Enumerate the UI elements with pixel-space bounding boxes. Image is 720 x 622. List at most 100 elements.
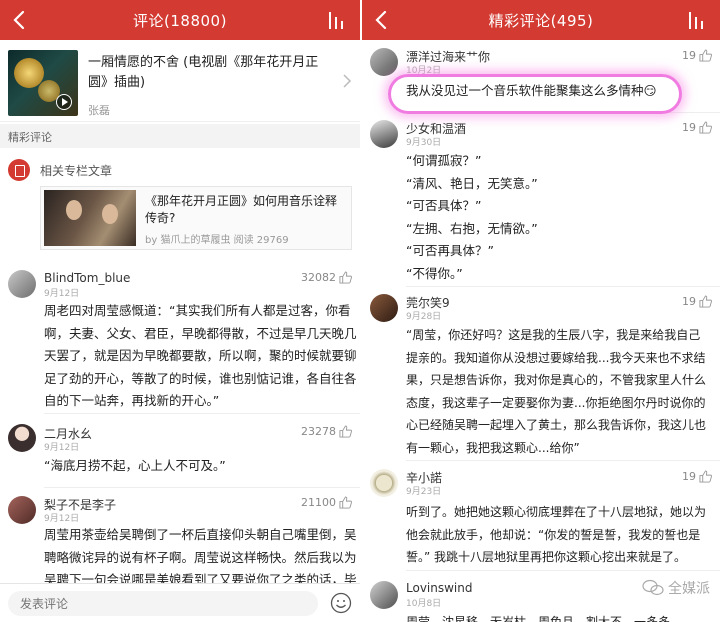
comment-line: 天罢了，就是因为早晚都要散，所以啊，聚的时候就要铆 xyxy=(44,348,357,363)
like-count[interactable]: 21100 xyxy=(301,496,352,509)
comment-line: 心已经随吴聘一起埋入了黄土，那么我告诉你，我这儿也 xyxy=(406,418,707,432)
thumbs-up-icon[interactable] xyxy=(339,496,352,509)
chevron-right-icon[interactable] xyxy=(342,74,352,88)
comment-line: 周莹、沈星移，无岁枯，周免且，割大不，一多多 xyxy=(406,615,671,622)
article-thumbnail xyxy=(44,190,136,246)
like-count-value: 19 xyxy=(682,295,696,308)
thumbs-up-icon[interactable] xyxy=(699,470,712,483)
divider xyxy=(406,570,720,571)
watermark: 全媒派 xyxy=(642,578,710,598)
comment-text: 周莹用茶壶给吴聘倒了一杯后直接仰头朝自己嘴里倒，吴 聘略微诧异的说有杯子啊。周莹… xyxy=(44,524,357,592)
comment-bar xyxy=(0,583,360,622)
top-nav-bar: 评论(18800) xyxy=(0,0,360,40)
comment-input[interactable] xyxy=(8,591,318,616)
comment-line: 周莹用茶壶给吴聘倒了一杯后直接仰头朝自己嘴里倒，吴 xyxy=(44,527,357,542)
comment-item: 梨子不是李子 9月12日 21100 周莹用茶壶给吴聘倒了一杯后直接仰头朝自己嘴… xyxy=(0,490,360,587)
related-articles-label: 相关专栏文章 xyxy=(40,163,113,178)
like-count[interactable]: 19 xyxy=(682,49,712,62)
play-icon[interactable] xyxy=(56,94,72,110)
comment-text: “何谓孤寂？” “清风、艳日，无笑意。” “可否具体？” “左拥、右抱，无情欲。… xyxy=(406,150,538,285)
comment-username[interactable]: Lovinswind xyxy=(406,581,472,595)
comment-date: 9月12日 xyxy=(44,289,80,299)
comment-line: 周老四对周莹感慨道：“其实我们所有人都是过客，你看 xyxy=(44,303,351,318)
emoji-icon[interactable] xyxy=(330,592,352,614)
comment-text: 周老四对周莹感慨道：“其实我们所有人都是过客，你看 啊，夫妻、父女、君臣，早晚都… xyxy=(44,300,357,413)
divider xyxy=(406,286,720,287)
article-title: 《那年花开月正圆》如何用音乐诠释传奇? xyxy=(145,194,338,225)
thumbs-up-icon[interactable] xyxy=(339,271,352,284)
bar-chart-icon[interactable] xyxy=(686,9,708,31)
back-arrow-icon[interactable] xyxy=(8,8,32,32)
avatar[interactable] xyxy=(370,294,398,322)
comment-line: 提亲的。我知道你从没想过要嫁给我...我今天来也不求结 xyxy=(406,350,706,365)
comment-line: “左拥、右抱，无情欲。” xyxy=(406,220,538,236)
back-arrow-icon[interactable] xyxy=(370,8,394,32)
divider xyxy=(406,460,720,461)
like-count[interactable]: 23278 xyxy=(301,425,352,438)
comment-line: 听到了。她把她这颗心彻底埋葬在了十八层地狱，她以为 xyxy=(406,505,707,519)
comment-text: 听到了。她把她这颗心彻底埋葬在了十八层地狱，她以为 他会就此放手，他却说：“你发… xyxy=(406,501,706,569)
like-count-value: 19 xyxy=(682,470,696,483)
album-cover xyxy=(8,50,78,116)
like-count-value: 21100 xyxy=(301,496,336,509)
like-count[interactable]: 19 xyxy=(682,121,712,134)
comment-item: BlindTom_blue 9月12日 32082 周老四对周莹感慨道：“其实我… xyxy=(0,262,360,414)
comment-date: 9月23日 xyxy=(406,487,442,497)
comment-line: “不得你。” xyxy=(406,265,463,281)
comment-line: 他会就此放手，他却说：“你发的誓是誓，我发的誓也是 xyxy=(406,527,701,542)
article-meta: by 猫爪上的草履虫 阅读 29769 xyxy=(145,235,289,246)
comment-line: 态度，我这辈子一定要娶你为妻...你拒绝图尔丹时说你的 xyxy=(406,395,706,410)
related-articles-header: 相关专栏文章 xyxy=(8,157,112,183)
avatar[interactable] xyxy=(8,496,36,524)
comment-date: 9月12日 xyxy=(44,443,80,453)
comment-line: 聘略微诧异的说有杯子啊。周莹说这样畅快。然后我以为 xyxy=(44,549,357,565)
like-count[interactable]: 19 xyxy=(682,295,712,308)
thumbs-up-icon[interactable] xyxy=(699,295,712,308)
comment-line: 啊，夫妻、父女、君臣，早晚都得散，不过是早几天晚几 xyxy=(44,325,357,341)
comments-panel-left: 评论(18800) 一厢情愿的不舍 (电视剧《那年花开月正圆》插曲) 张磊 精彩… xyxy=(0,0,360,622)
avatar[interactable] xyxy=(8,270,36,298)
avatar[interactable] xyxy=(370,469,398,497)
related-article-card[interactable]: 《那年花开月正圆》如何用音乐诠释传奇? by 猫爪上的草履虫 阅读 29769 xyxy=(40,186,352,250)
comment-line: 自的下一站奔，再找新的开心。” xyxy=(44,393,220,408)
like-count-value: 32082 xyxy=(301,271,336,284)
page-title: 精彩评论(495) xyxy=(488,11,594,30)
like-count[interactable]: 32082 xyxy=(301,271,352,284)
avatar[interactable] xyxy=(370,120,398,148)
comment-text: “周莹，你还好吗？这是我的生辰八字，我是来给我自己 提亲的。我知道你从没想过要嫁… xyxy=(406,324,706,459)
comment-date: 9月30日 xyxy=(406,138,442,148)
bar-chart-icon[interactable] xyxy=(326,9,348,31)
comment-date: 10月8日 xyxy=(406,599,442,609)
thumbs-up-icon[interactable] xyxy=(699,121,712,134)
document-icon xyxy=(8,159,30,181)
comments-panel-right: 精彩评论(495) 漂洋过海来艹你 10月2日 19 我从没见过一个音乐软件能聚… xyxy=(362,0,720,622)
comment-line: 果，只是想告诉你，我对你是真心的，不管我家里人什么 xyxy=(406,373,707,387)
comment-line: “海底月捞不起，心上人不可及。” xyxy=(44,458,226,473)
comment-text: 周莹、沈星移，无岁枯，周免且，割大不，一多多 xyxy=(406,611,670,622)
comment-item: 二月水幺 9月12日 23278 “海底月捞不起，心上人不可及。” xyxy=(0,418,360,488)
comment-username[interactable]: BlindTom_blue xyxy=(44,271,130,285)
comment-line: “可否具体？” xyxy=(406,198,482,213)
divider xyxy=(44,413,360,414)
avatar[interactable] xyxy=(370,48,398,76)
comment-item: 辛小諾 9月23日 19 听到了。她把她这颗心彻底埋葬在了十八层地狱，她以为 他… xyxy=(362,467,720,572)
like-count-value: 19 xyxy=(682,121,696,134)
comment-line: “清风、艳日，无笑意。” xyxy=(406,175,538,191)
comment-line: “可否再具体？” xyxy=(406,243,494,258)
like-count-value: 23278 xyxy=(301,425,336,438)
avatar[interactable] xyxy=(8,424,36,452)
song-title: 一厢情愿的不舍 (电视剧《那年花开月正圆》插曲) xyxy=(88,55,319,90)
comment-date: 9月12日 xyxy=(44,514,80,524)
song-card[interactable]: 一厢情愿的不舍 (电视剧《那年花开月正圆》插曲) 张磊 xyxy=(0,40,360,122)
like-count[interactable]: 19 xyxy=(682,470,712,483)
like-count-value: 19 xyxy=(682,49,696,62)
divider xyxy=(44,487,360,488)
wechat-icon xyxy=(642,579,664,596)
avatar[interactable] xyxy=(370,581,398,609)
thumbs-up-icon[interactable] xyxy=(339,425,352,438)
comment-line: “周莹，你还好吗？这是我的生辰八字，我是来给我自己 xyxy=(406,328,701,342)
comment-item: 少女和温酒 9月30日 19 “何谓孤寂？” “清风、艳日，无笑意。” “可否具… xyxy=(362,118,720,288)
thumbs-up-icon[interactable] xyxy=(699,49,712,62)
screenshot-root: 评论(18800) 一厢情愿的不舍 (电视剧《那年花开月正圆》插曲) 张磊 精彩… xyxy=(0,0,720,622)
top-nav-bar: 精彩评论(495) xyxy=(362,0,720,40)
